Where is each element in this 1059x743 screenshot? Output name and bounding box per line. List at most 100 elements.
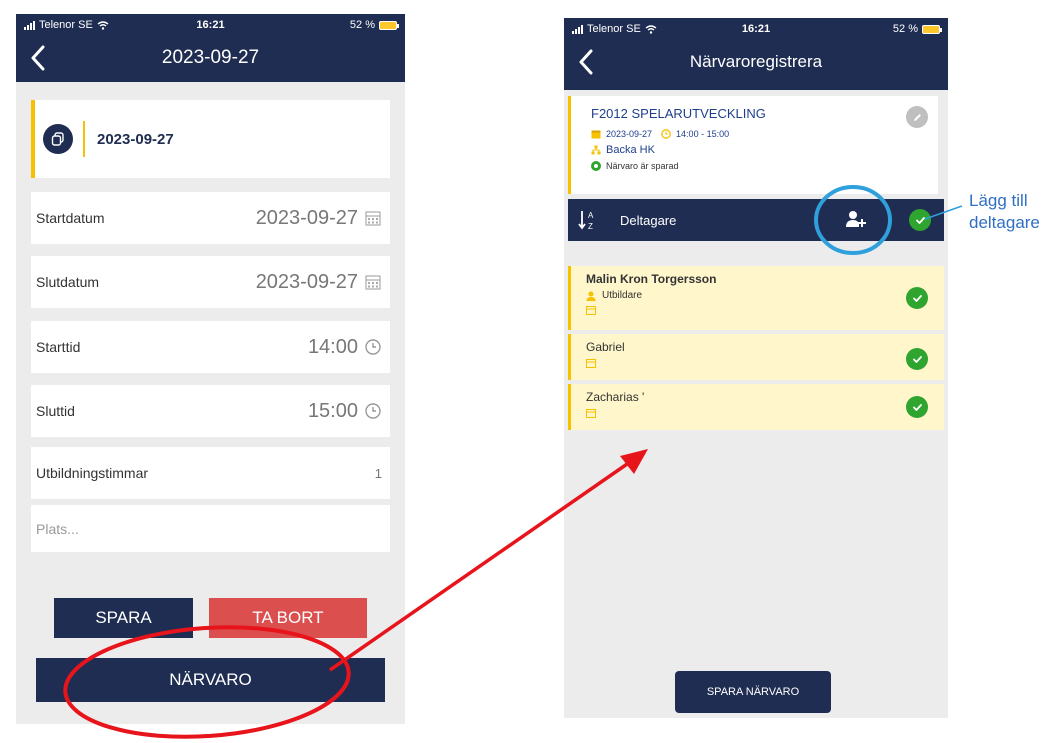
back-button[interactable] bbox=[26, 42, 50, 74]
present-check-button[interactable] bbox=[906, 396, 928, 418]
check-icon bbox=[915, 216, 925, 224]
event-date: 2023-09-27 bbox=[606, 129, 653, 139]
event-status: Närvaro är sparad bbox=[591, 161, 938, 171]
present-check-button[interactable] bbox=[906, 348, 928, 370]
training-hours-label: Utbildningstimmar bbox=[36, 465, 149, 481]
carrier-name: Telenor SE bbox=[39, 19, 93, 31]
date-card-date: 2023-09-27 bbox=[97, 130, 174, 148]
participant-row[interactable]: Gabriel bbox=[568, 334, 944, 380]
calendar-icon bbox=[365, 275, 381, 290]
wifi-icon bbox=[97, 20, 109, 30]
attendance-screen: Telenor SE 16:21 52 % Närvaroregistrera … bbox=[564, 18, 948, 718]
page-title: 2023-09-27 bbox=[161, 47, 260, 68]
top-bar: Telenor SE 16:21 52 % Närvaroregistrera bbox=[564, 18, 948, 90]
battery: 52 % bbox=[349, 19, 399, 31]
chevron-left-icon bbox=[31, 45, 45, 71]
copy-icon bbox=[51, 132, 64, 146]
start-date-field[interactable]: Startdatum 2023-09-27 bbox=[31, 192, 390, 244]
battery-percent: 52 % bbox=[892, 23, 918, 35]
calendar-icon bbox=[365, 211, 381, 226]
end-date-value: 2023-09-27 bbox=[255, 270, 358, 293]
save-button[interactable]: SPARA bbox=[54, 598, 193, 638]
participant-name: Gabriel bbox=[586, 340, 625, 354]
event-card: F2012 SPELARUTVECKLING 2023-09-27 14:00 … bbox=[568, 96, 938, 194]
participant-role-text: Utbildare bbox=[602, 290, 643, 301]
training-hours-field[interactable]: Utbildningstimmar 1 bbox=[31, 447, 390, 499]
participant-row[interactable]: Malin Kron Torgersson Utbildare bbox=[568, 266, 944, 330]
add-participant-button[interactable] bbox=[845, 209, 867, 231]
status-bar: Telenor SE 16:21 52 % bbox=[16, 14, 405, 36]
composite-screenshot: Telenor SE 16:21 52 % 2023-09-27 2023-09… bbox=[0, 0, 1059, 743]
calendar-icon bbox=[586, 409, 596, 418]
accent-divider bbox=[83, 121, 85, 157]
participant-name: Zacharias ' bbox=[586, 390, 645, 404]
start-time-field[interactable]: Starttid 14:00 bbox=[31, 321, 390, 373]
event-title: F2012 SPELARUTVECKLING bbox=[591, 106, 766, 121]
end-time-value: 15:00 bbox=[307, 399, 358, 422]
back-button[interactable] bbox=[574, 46, 598, 78]
status-bar: Telenor SE 16:21 52 % bbox=[564, 18, 948, 40]
calendar-icon bbox=[586, 359, 596, 368]
battery-percent: 52 % bbox=[349, 19, 375, 31]
carrier-name: Telenor SE bbox=[587, 23, 641, 35]
participant-row[interactable]: Zacharias ' bbox=[568, 384, 944, 430]
add-participant-callout: Lägg till deltagare bbox=[969, 190, 1040, 234]
clock-icon bbox=[661, 129, 671, 139]
mark-all-present-button[interactable] bbox=[909, 209, 931, 231]
start-date-value: 2023-09-27 bbox=[255, 206, 358, 229]
event-time: 14:00 - 15:00 bbox=[676, 129, 730, 139]
check-icon bbox=[912, 403, 922, 411]
battery: 52 % bbox=[892, 23, 942, 35]
carrier: Telenor SE bbox=[24, 19, 109, 31]
end-date-value-wrap: 2023-09-27 bbox=[256, 271, 382, 294]
nav-row: Närvaroregistrera bbox=[564, 40, 948, 84]
end-time-value-wrap: 15:00 bbox=[308, 400, 382, 423]
delete-button[interactable]: TA BORT bbox=[209, 598, 367, 638]
svg-text:A: A bbox=[588, 211, 594, 220]
signal-icon bbox=[572, 24, 583, 34]
event-datetime: 2023-09-27 14:00 - 15:00 bbox=[591, 129, 938, 139]
sort-button[interactable]: AZ bbox=[578, 209, 606, 231]
user-icon bbox=[586, 291, 596, 301]
callout-line-2: deltagare bbox=[969, 213, 1040, 232]
top-bar: Telenor SE 16:21 52 % 2023-09-27 bbox=[16, 14, 405, 82]
start-time-value-wrap: 14:00 bbox=[308, 336, 382, 359]
start-date-value-wrap: 2023-09-27 bbox=[256, 207, 382, 230]
clock-icon bbox=[365, 339, 381, 355]
end-date-field[interactable]: Slutdatum 2023-09-27 bbox=[31, 256, 390, 308]
signal-icon bbox=[24, 20, 35, 30]
nav-row: 2023-09-27 bbox=[16, 36, 405, 80]
save-attendance-button[interactable]: SPARA NÄRVARO bbox=[675, 671, 831, 713]
place-input[interactable]: Plats... bbox=[31, 505, 390, 552]
end-date-label: Slutdatum bbox=[36, 274, 100, 290]
participant-name: Malin Kron Torgersson bbox=[586, 272, 717, 286]
attendance-button[interactable]: NÄRVARO bbox=[36, 658, 385, 702]
org-tree-icon bbox=[591, 145, 601, 155]
end-time-field[interactable]: Sluttid 15:00 bbox=[31, 385, 390, 437]
event-club: Backa HK bbox=[591, 144, 938, 156]
edit-button[interactable] bbox=[906, 106, 928, 128]
participants-header: AZ Deltagare bbox=[568, 199, 944, 241]
present-check-button[interactable] bbox=[906, 287, 928, 309]
start-date-label: Startdatum bbox=[36, 210, 105, 226]
callout-line-1: Lägg till bbox=[969, 191, 1028, 210]
battery-icon bbox=[379, 20, 399, 30]
status-time: 16:21 bbox=[741, 23, 771, 35]
svg-text:Z: Z bbox=[588, 222, 593, 231]
event-status-text: Närvaro är sparad bbox=[606, 161, 679, 171]
start-time-label: Starttid bbox=[36, 339, 81, 355]
page-title: Närvaroregistrera bbox=[689, 52, 823, 71]
date-card[interactable]: 2023-09-27 bbox=[31, 100, 390, 178]
place-placeholder: Plats... bbox=[36, 520, 79, 537]
check-icon bbox=[912, 355, 922, 363]
wifi-icon bbox=[645, 24, 657, 34]
battery-icon bbox=[922, 24, 942, 34]
chevron-left-icon bbox=[579, 49, 593, 75]
check-icon bbox=[912, 294, 922, 302]
status-time: 16:21 bbox=[196, 19, 225, 31]
event-club-name: Backa HK bbox=[606, 144, 655, 156]
copy-icon-badge[interactable] bbox=[43, 124, 73, 154]
start-time-value: 14:00 bbox=[307, 335, 358, 358]
end-time-label: Sluttid bbox=[36, 403, 75, 419]
carrier: Telenor SE bbox=[572, 23, 657, 35]
